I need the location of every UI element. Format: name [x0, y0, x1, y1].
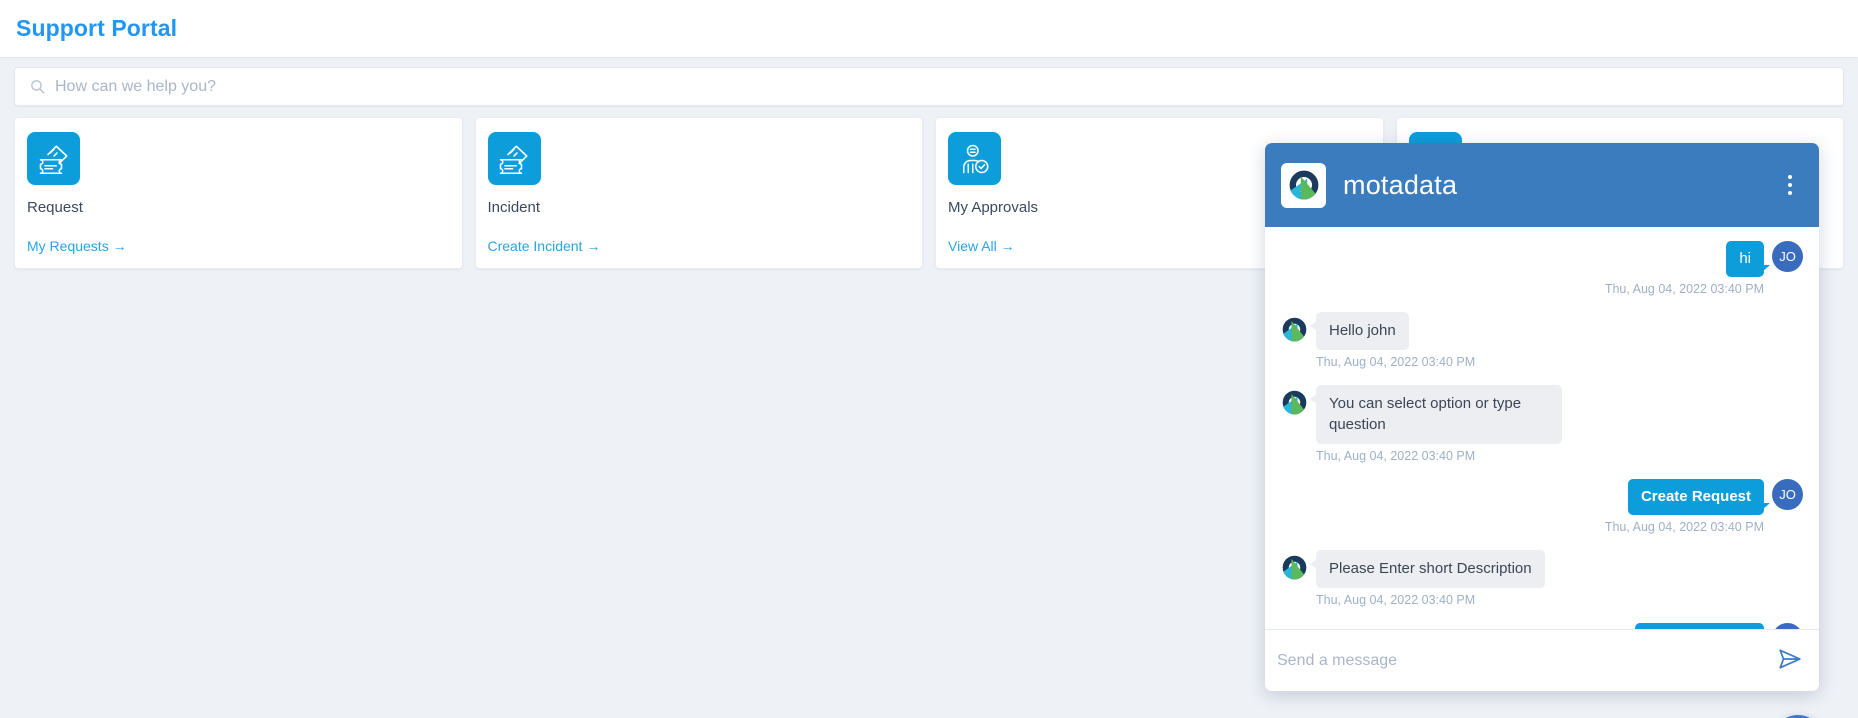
bot-avatar-icon	[1281, 554, 1308, 581]
search-icon	[29, 78, 46, 95]
page-title: Support Portal	[16, 15, 178, 41]
chat-bubble-incoming: You can select option or type question	[1310, 384, 1562, 444]
page-content: Request My Requests → Incident Create In…	[0, 57, 1858, 718]
chat-bubble-outgoing: Create Request	[1627, 479, 1771, 515]
user-approved-icon	[948, 132, 1001, 185]
bot-avatar-icon	[1281, 389, 1308, 416]
chat-timestamp: Thu, Aug 04, 2022 03:40 PM	[1604, 519, 1764, 534]
chat-timestamp: Thu, Aug 04, 2022 03:40 PM	[1316, 449, 1476, 463]
chat-timestamp: Thu, Aug 04, 2022 03:40 PM	[1316, 354, 1476, 369]
ticket-icon	[27, 132, 80, 185]
avatar: JO	[1772, 622, 1803, 629]
chat-message: You can select option or type question T…	[1281, 384, 1803, 463]
bot-avatar-icon	[1281, 316, 1308, 343]
chat-bubble-incoming: Hello john	[1310, 311, 1409, 350]
app-header: Support Portal	[0, 0, 1858, 57]
chat-message: hi JO Thu, Aug 04, 2022 03:40 PM	[1281, 241, 1803, 296]
card-request[interactable]: Request My Requests →	[14, 117, 463, 269]
chat-timestamp: Thu, Aug 04, 2022 03:40 PM	[1604, 281, 1764, 296]
avatar: JO	[1772, 241, 1803, 272]
chat-message: Create Request JO Thu, Aug 04, 2022 03:4…	[1281, 479, 1803, 534]
chat-message-list[interactable]: hi JO Thu, Aug 04, 2022 03:40 PM Hello j…	[1265, 227, 1819, 629]
chat-bubble-incoming: Please Enter short Description	[1310, 549, 1545, 588]
card-incident[interactable]: Incident Create Incident →	[474, 117, 923, 269]
ticket-icon	[487, 132, 541, 185]
kebab-menu-icon[interactable]	[1779, 170, 1801, 200]
chat-composer	[1265, 629, 1819, 691]
card-title: Incident	[487, 199, 541, 216]
chat-widget: motadata hi JO Thu, Aug 04, 2022 03:40 P…	[1265, 143, 1819, 691]
chat-bubble-outgoing: hi	[1726, 241, 1770, 277]
chat-message: Please Enter short Description Thu, Aug …	[1281, 549, 1803, 607]
chat-header: motadata	[1265, 143, 1819, 227]
chat-timestamp: Thu, Aug 04, 2022 03:40 PM	[1316, 592, 1476, 607]
send-button[interactable]	[1775, 646, 1805, 676]
card-title: Request	[27, 199, 83, 216]
chat-message: Need a Laptop JO	[1281, 622, 1803, 629]
send-paper-plane-icon	[1777, 646, 1803, 675]
chat-message: Hello john Thu, Aug 04, 2022 03:40 PM	[1281, 311, 1803, 369]
chat-bubble-outgoing: Need a Laptop	[1634, 622, 1764, 629]
search-bar[interactable]	[14, 67, 1844, 106]
card-link-view-all[interactable]: View All →	[948, 238, 1015, 254]
card-link-create-incident[interactable]: Create Incident →	[488, 238, 601, 254]
card-link-my-requests[interactable]: My Requests →	[27, 238, 127, 254]
message-input[interactable]	[1277, 651, 1775, 670]
search-input[interactable]	[55, 77, 1829, 96]
avatar: JO	[1772, 479, 1803, 510]
motadata-ring-logo-icon	[1281, 162, 1326, 208]
chat-brand-name: motadata	[1343, 169, 1458, 200]
